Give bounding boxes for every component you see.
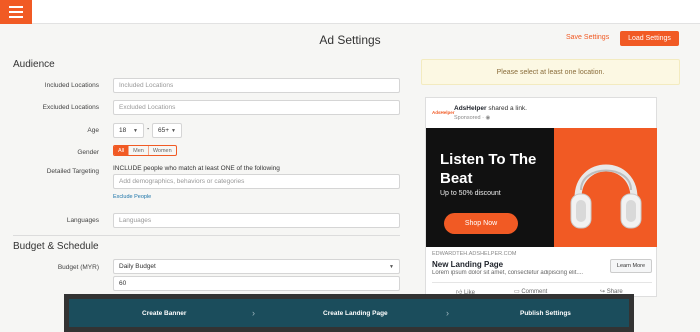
- hamburger-icon[interactable]: [0, 0, 32, 24]
- chevron-right-icon: ›: [446, 308, 449, 318]
- ad-description: Lorem ipsum dolor sit amet, consectetur …: [432, 270, 584, 276]
- banner-subtitle: Up to 50% discount: [440, 190, 501, 197]
- detailed-targeting-input[interactable]: Add demographics, behaviors or categorie…: [113, 174, 400, 189]
- age-max-select[interactable]: 65+ ▼: [152, 123, 182, 138]
- step-create-banner[interactable]: Create Banner: [142, 299, 186, 327]
- exclude-people-link[interactable]: Exclude People: [113, 194, 151, 200]
- ad-preview-card: AdsHelper AdsHelper shared a link. Spons…: [425, 97, 657, 297]
- age-label: Age: [87, 127, 99, 134]
- gender-men-button[interactable]: Men: [128, 146, 148, 155]
- ad-domain: EDWARDTEH.ADSHELPER.COM: [432, 251, 517, 257]
- age-separator: -: [147, 126, 150, 133]
- sponsored-line: Sponsored · ◉: [454, 115, 490, 121]
- wizard-bar: Create Banner › Create Landing Page › Pu…: [64, 294, 634, 332]
- learn-more-button[interactable]: Learn More: [610, 259, 652, 273]
- headphones-icon: [570, 164, 642, 229]
- detailed-targeting-label: Detailed Targeting: [46, 168, 99, 175]
- shop-now-button[interactable]: Shop Now: [444, 213, 518, 234]
- chevron-right-icon: ›: [252, 308, 255, 318]
- budget-label: Budget (MYR): [57, 264, 99, 271]
- chevron-down-icon: ▼: [133, 127, 138, 134]
- section-divider: [13, 235, 400, 236]
- age-max-value: 65+: [158, 127, 170, 134]
- audience-heading: Audience: [13, 59, 55, 70]
- sponsored-text: Sponsored: [454, 115, 481, 121]
- shared-text: shared a link.: [488, 105, 527, 112]
- location-warning-alert: Please select at least one location.: [421, 59, 680, 85]
- age-min-value: 18: [119, 127, 127, 134]
- budget-heading: Budget & Schedule: [13, 241, 99, 252]
- excluded-locations-label: Excluded Locations: [42, 104, 99, 111]
- banner-headline-line2: Beat: [440, 170, 473, 187]
- gender-women-button[interactable]: Women: [147, 146, 176, 155]
- gender-toggle: All Men Women: [113, 145, 177, 156]
- globe-icon: · ◉: [482, 115, 491, 121]
- step-create-landing-page[interactable]: Create Landing Page: [323, 299, 388, 327]
- age-min-select[interactable]: 18 ▼: [113, 123, 144, 138]
- banner-headline-line1: Listen To The: [440, 151, 537, 168]
- languages-label: Languages: [66, 217, 99, 224]
- targeting-hint: INCLUDE people who match at least ONE of…: [113, 165, 280, 172]
- included-locations-label: Included Locations: [44, 82, 99, 89]
- advertiser-logo: AdsHelper: [432, 110, 455, 115]
- wizard-steps: Create Banner › Create Landing Page › Pu…: [69, 299, 629, 327]
- ad-title: New Landing Page: [432, 260, 504, 269]
- advertiser-name[interactable]: AdsHelper: [454, 105, 487, 112]
- budget-type-value: Daily Budget: [119, 263, 156, 270]
- top-bar: [0, 0, 700, 24]
- included-locations-input[interactable]: Included Locations: [113, 78, 400, 93]
- advertiser-line: AdsHelper shared a link.: [454, 105, 527, 112]
- load-settings-button[interactable]: Load Settings: [620, 31, 679, 46]
- budget-amount-input[interactable]: 60: [113, 276, 400, 291]
- card-divider: [432, 282, 652, 283]
- gender-all-button[interactable]: All: [114, 146, 129, 155]
- budget-type-select[interactable]: Daily Budget ▼: [113, 259, 400, 274]
- banner-headline: Listen To The Beat: [440, 150, 536, 188]
- excluded-locations-input[interactable]: Excluded Locations: [113, 100, 400, 115]
- chevron-down-icon: ▼: [389, 263, 394, 270]
- gender-label: Gender: [77, 149, 99, 156]
- ad-banner-image: Listen To The Beat Up to 50% discount Sh…: [426, 128, 657, 247]
- languages-input[interactable]: Languages: [113, 213, 400, 228]
- save-settings-button[interactable]: Save Settings: [566, 34, 609, 41]
- step-publish-settings[interactable]: Publish Settings: [520, 299, 571, 327]
- chevron-down-icon: ▼: [171, 127, 176, 134]
